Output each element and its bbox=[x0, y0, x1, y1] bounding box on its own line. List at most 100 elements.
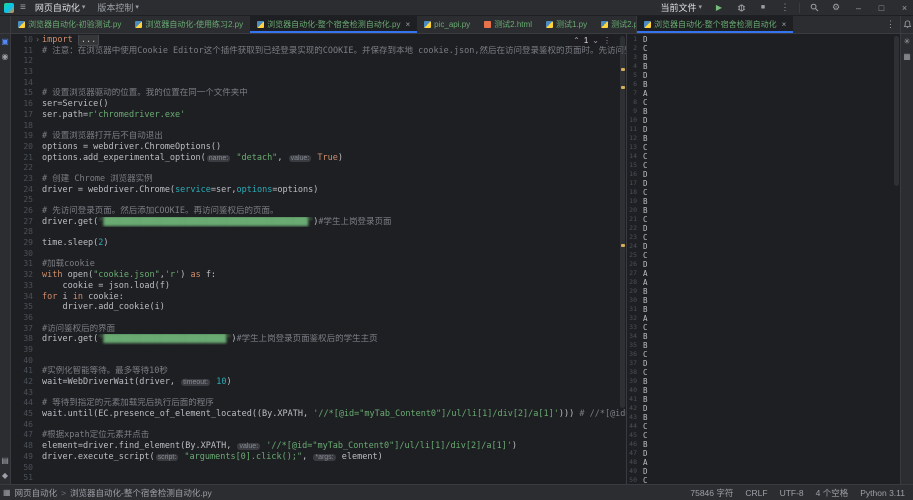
answer-line[interactable]: 8C bbox=[627, 98, 900, 107]
code-line[interactable]: 44 # 等待到指定的元素加载完后执行后面的程序 bbox=[11, 398, 626, 409]
code-line[interactable]: 29 time.sleep(2) bbox=[11, 238, 626, 249]
code-line[interactable]: 49 driver.execute_script(script: "argumen… bbox=[11, 452, 626, 463]
status-item[interactable]: Python 3.11 bbox=[860, 488, 905, 498]
code-line[interactable]: 10 › import ... bbox=[11, 35, 626, 46]
answer-line[interactable]: 19 B bbox=[627, 197, 900, 206]
warning-stripe-mark[interactable] bbox=[621, 244, 625, 247]
commit-tool-window-icon[interactable]: ◉ bbox=[2, 53, 9, 61]
code-line[interactable]: 24 driver = webdriver.Chrome(service=ser,… bbox=[11, 185, 626, 196]
answer-line[interactable]: 46 B bbox=[627, 440, 900, 449]
answer-line[interactable]: 43 B bbox=[627, 413, 900, 422]
code-line[interactable]: 43 bbox=[11, 388, 626, 399]
answer-line[interactable]: 14 C bbox=[627, 152, 900, 161]
more-run-actions-button[interactable]: ⋮ bbox=[777, 1, 793, 15]
editor-pane-code[interactable]: 10 › import ... 11 # 注意：在浏览器中使用Cookie Editor… bbox=[11, 34, 626, 484]
status-item[interactable]: 75846 字符 bbox=[690, 487, 733, 499]
search-everywhere-button[interactable] bbox=[806, 1, 822, 15]
answer-line[interactable]: 11 D bbox=[627, 125, 900, 134]
code-line[interactable]: 42 wait=WebDriverWait(driver, timeout: 10… bbox=[11, 377, 626, 388]
code-line[interactable]: 25 bbox=[11, 195, 626, 206]
answer-line[interactable]: 21 C bbox=[627, 215, 900, 224]
answer-line[interactable]: 2C bbox=[627, 44, 900, 53]
answer-line[interactable]: 28 A bbox=[627, 278, 900, 287]
answer-line[interactable]: 39 B bbox=[627, 377, 900, 386]
editor-scrollbar[interactable] bbox=[620, 36, 625, 408]
fold-collapsed-icon[interactable]: › bbox=[33, 35, 42, 46]
answer-line[interactable]: 15 C bbox=[627, 161, 900, 170]
debug-button[interactable] bbox=[733, 1, 749, 15]
answer-line[interactable]: 18 C bbox=[627, 188, 900, 197]
answer-line[interactable]: 42 D bbox=[627, 404, 900, 413]
prev-problem-icon[interactable]: ⌃ bbox=[573, 36, 580, 45]
answer-line[interactable]: 50 C bbox=[627, 476, 900, 484]
editor-tab[interactable]: 测试2.py bbox=[594, 16, 636, 33]
code-line[interactable]: 38 driver.get("████████████████████████")… bbox=[11, 334, 626, 345]
code-line[interactable]: 26 # 先访问登录页面。然后添加COOKIE。再访问鉴权后的页面。 bbox=[11, 206, 626, 217]
run-configuration-selector[interactable]: 当前文件 ▾ bbox=[657, 1, 705, 15]
code-line[interactable]: 15 # 设置浏览器驱动的位置。我的位置在同一个文件夹中 bbox=[11, 88, 626, 99]
code-line[interactable]: 13 bbox=[11, 67, 626, 78]
editor-tab[interactable]: 测试1.py bbox=[539, 16, 594, 33]
breadcrumb-file[interactable]: 浏览器自动化-整个宿舍检测自动化.py bbox=[70, 487, 212, 499]
code-line[interactable]: 41 #实例化智能等待。最多等待10秒 bbox=[11, 366, 626, 377]
editor-tab[interactable]: 浏览器自动化-整个宿舍检测自动化 × bbox=[637, 16, 794, 33]
answer-line[interactable]: 7A bbox=[627, 89, 900, 98]
ai-assistant-icon[interactable]: ✳ bbox=[904, 38, 911, 46]
main-menu-icon[interactable]: ≡ bbox=[20, 2, 26, 13]
editor-tab[interactable]: 浏览器自动化-使用练习2.py bbox=[128, 16, 250, 33]
code-line[interactable]: 48 element=driver.find_element(By.XPATH, … bbox=[11, 441, 626, 452]
code-line[interactable]: 35 driver.add_cookie(i) bbox=[11, 302, 626, 313]
stop-button[interactable]: ■ bbox=[755, 1, 771, 15]
answer-line[interactable]: 47 D bbox=[627, 449, 900, 458]
editor-tab[interactable]: 浏览器自动化-初验测试.py bbox=[11, 16, 128, 33]
code-line[interactable]: 14 bbox=[11, 78, 626, 89]
answer-line[interactable]: 48 A bbox=[627, 458, 900, 467]
code-line[interactable]: 12 bbox=[11, 56, 626, 67]
code-line[interactable]: 17 ser.path=r'chromedriver.exe' bbox=[11, 110, 626, 121]
answer-line[interactable]: 1D bbox=[627, 35, 900, 44]
answer-line[interactable]: 41 B bbox=[627, 395, 900, 404]
answer-line[interactable]: 10 D bbox=[627, 116, 900, 125]
answer-line[interactable]: 13 C bbox=[627, 143, 900, 152]
minimize-button[interactable]: – bbox=[850, 0, 867, 16]
settings-button[interactable]: ⚙ bbox=[828, 1, 844, 15]
run-button[interactable]: ▶ bbox=[711, 1, 727, 15]
answer-line[interactable]: 9B bbox=[627, 107, 900, 116]
code-line[interactable]: 39 bbox=[11, 345, 626, 356]
close-tab-icon[interactable]: × bbox=[782, 20, 787, 29]
maximize-button[interactable]: □ bbox=[873, 0, 890, 16]
code-line[interactable]: 47 #根据xpath定位元素并点击 bbox=[11, 430, 626, 441]
code-line[interactable]: 16 ser=Service() bbox=[11, 99, 626, 110]
answer-line[interactable]: 35 B bbox=[627, 341, 900, 350]
answer-line[interactable]: 36 C bbox=[627, 350, 900, 359]
answer-line[interactable]: 25 C bbox=[627, 251, 900, 260]
answer-line[interactable]: 34 B bbox=[627, 332, 900, 341]
code-line[interactable]: 27 driver.get("██████████████████████████… bbox=[11, 217, 626, 228]
answer-line[interactable]: 4B bbox=[627, 62, 900, 71]
answer-line[interactable]: 44 C bbox=[627, 422, 900, 431]
code-line[interactable]: 28 bbox=[11, 227, 626, 238]
code-line[interactable]: 18 bbox=[11, 121, 626, 132]
terminal-tool-window-icon[interactable]: ▤ bbox=[1, 457, 9, 465]
code-line[interactable]: 19 # 设置浏览器打开后不自动退出 bbox=[11, 131, 626, 142]
answer-line[interactable]: 22 D bbox=[627, 224, 900, 233]
tool-windows-toggle-icon[interactable]: ▦ bbox=[3, 488, 11, 497]
code-line[interactable]: 46 bbox=[11, 420, 626, 431]
warning-stripe-mark[interactable] bbox=[621, 86, 625, 89]
answer-line[interactable]: 5D bbox=[627, 71, 900, 80]
answer-line[interactable]: 16 D bbox=[627, 170, 900, 179]
code-line[interactable]: 34 for i in cookie: bbox=[11, 292, 626, 303]
answer-line[interactable]: 30 B bbox=[627, 296, 900, 305]
answer-line[interactable]: 17 D bbox=[627, 179, 900, 188]
code-line[interactable]: 50 bbox=[11, 463, 626, 474]
answer-line[interactable]: 6B bbox=[627, 80, 900, 89]
answer-line[interactable]: 27 A bbox=[627, 269, 900, 278]
answer-line[interactable]: 32 A bbox=[627, 314, 900, 323]
close-button[interactable]: × bbox=[896, 0, 913, 16]
status-item[interactable]: 4 个空格 bbox=[816, 487, 849, 499]
inspections-widget[interactable]: ⌃ 1 ⌄ ⋮ bbox=[570, 35, 614, 46]
answer-line[interactable]: 29 B bbox=[627, 287, 900, 296]
code-line[interactable]: 45 wait.until(EC.presence_of_element_loca… bbox=[11, 409, 626, 420]
inspections-more-icon[interactable]: ⋮ bbox=[603, 36, 611, 45]
answer-line[interactable]: 3B bbox=[627, 53, 900, 62]
